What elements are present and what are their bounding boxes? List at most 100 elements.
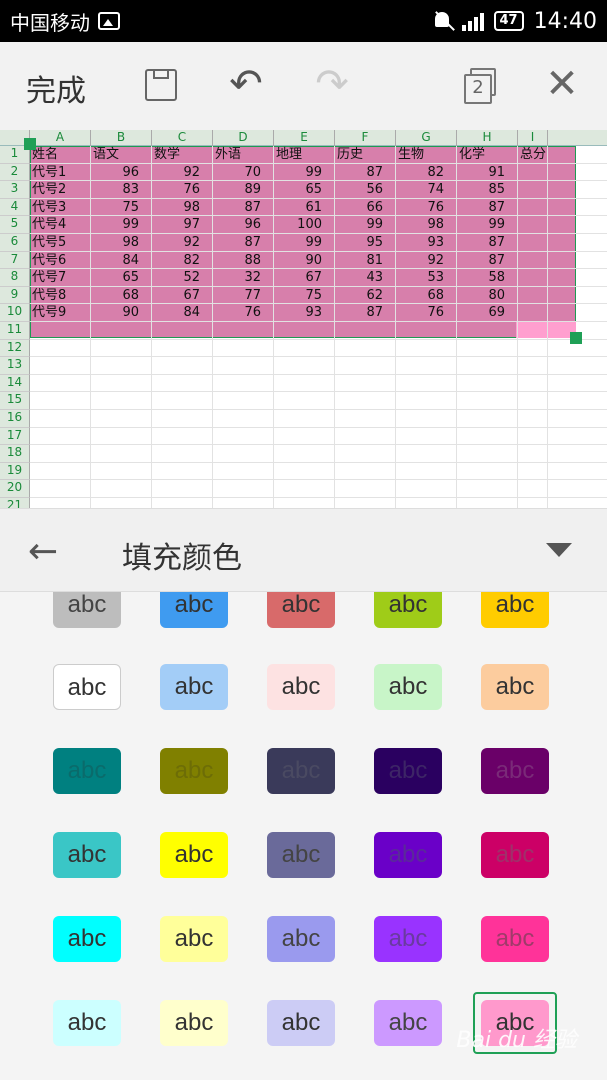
selection-handle-top-left[interactable] [24, 138, 36, 150]
row-header[interactable]: 14 [0, 374, 30, 393]
table-cell[interactable]: 74 [396, 181, 457, 199]
table-cell[interactable] [30, 409, 91, 428]
table-cell[interactable] [518, 339, 548, 358]
table-cell[interactable]: 67 [152, 286, 213, 305]
table-cell[interactable]: 99 [457, 216, 518, 234]
table-cell[interactable]: 76 [213, 304, 274, 322]
table-cell[interactable] [335, 480, 396, 498]
table-cell[interactable] [335, 374, 396, 393]
color-swatch[interactable]: abc [374, 916, 442, 962]
table-cell[interactable] [457, 445, 518, 463]
table-cell[interactable] [213, 462, 274, 481]
table-cell[interactable]: 83 [91, 181, 152, 199]
table-cell[interactable]: 92 [152, 163, 213, 182]
table-cell[interactable]: 77 [213, 286, 274, 305]
table-cell[interactable] [396, 427, 457, 446]
spreadsheet[interactable]: A B C D E F G H I 1 2 3 4 5 6 7 8 9 10 11 12 13 14 15 1… [0, 130, 607, 508]
back-arrow-icon[interactable]: ← [28, 531, 58, 572]
table-cell[interactable]: 96 [213, 216, 274, 234]
table-cell[interactable] [274, 427, 335, 446]
column-header[interactable]: A [30, 130, 91, 146]
table-cell[interactable] [335, 497, 396, 508]
table-cell[interactable]: 85 [457, 181, 518, 199]
table-cell[interactable] [91, 445, 152, 463]
table-cell[interactable] [518, 462, 548, 481]
table-cell[interactable] [91, 409, 152, 428]
table-cell[interactable]: 66 [335, 198, 396, 217]
color-swatch[interactable]: abc [53, 1000, 121, 1046]
table-cell[interactable] [152, 409, 213, 428]
table-cell[interactable]: 87 [213, 198, 274, 217]
table-cell[interactable]: 99 [335, 216, 396, 234]
table-cell[interactable]: 90 [91, 304, 152, 322]
table-cell[interactable] [274, 339, 335, 358]
column-header[interactable]: D [213, 130, 274, 146]
table-cell[interactable]: 95 [335, 233, 396, 252]
table-cell[interactable] [518, 427, 548, 446]
table-cell[interactable] [335, 409, 396, 428]
color-swatch[interactable]: abc [53, 748, 121, 794]
table-cell[interactable] [152, 357, 213, 375]
color-swatch[interactable]: abc [160, 916, 228, 962]
table-cell[interactable] [457, 497, 518, 508]
table-cell[interactable] [396, 497, 457, 508]
table-cell[interactable] [91, 374, 152, 393]
table-cell[interactable] [274, 462, 335, 481]
table-cell[interactable]: 53 [396, 269, 457, 287]
redo-icon[interactable]: ↷ [310, 64, 354, 108]
table-cell[interactable]: 43 [335, 269, 396, 287]
table-cell[interactable] [518, 392, 548, 410]
column-header[interactable]: I [518, 130, 548, 146]
row-header[interactable]: 10 [0, 304, 30, 322]
color-swatch[interactable]: abc [53, 916, 121, 962]
table-cell[interactable]: 87 [335, 163, 396, 182]
done-button[interactable]: 完成 [26, 66, 86, 110]
sheet-switcher-icon[interactable]: 2 [460, 64, 504, 108]
table-cell[interactable] [91, 339, 152, 358]
table-cell[interactable]: 84 [91, 251, 152, 270]
table-cell[interactable] [396, 374, 457, 393]
selection-handle-bottom-right[interactable] [570, 332, 582, 344]
table-cell[interactable]: 61 [274, 198, 335, 217]
table-cell[interactable] [152, 480, 213, 498]
table-cell[interactable] [396, 409, 457, 428]
table-cell[interactable]: 76 [396, 304, 457, 322]
table-cell[interactable] [518, 304, 548, 322]
row-header[interactable]: 2 [0, 163, 30, 182]
table-cell[interactable]: 70 [213, 163, 274, 182]
table-cell[interactable]: 历史 [335, 146, 396, 164]
table-cell[interactable]: 87 [457, 251, 518, 270]
row-header[interactable]: 16 [0, 409, 30, 428]
table-cell[interactable]: 75 [91, 198, 152, 217]
row-header[interactable]: 13 [0, 357, 30, 375]
table-cell[interactable] [213, 339, 274, 358]
table-cell[interactable] [30, 497, 91, 508]
color-swatch[interactable]: abc [374, 748, 442, 794]
table-cell[interactable] [213, 321, 274, 340]
collapse-triangle-icon[interactable] [546, 543, 572, 557]
column-header[interactable]: B [91, 130, 152, 146]
table-cell[interactable] [274, 321, 335, 340]
table-cell[interactable]: 99 [274, 233, 335, 252]
color-swatch[interactable]: abc [160, 592, 228, 628]
color-swatch[interactable]: abc [160, 664, 228, 710]
table-cell[interactable] [274, 392, 335, 410]
table-cell[interactable]: 98 [152, 198, 213, 217]
table-cell[interactable] [457, 409, 518, 428]
table-cell[interactable]: 84 [152, 304, 213, 322]
table-cell[interactable] [274, 445, 335, 463]
table-cell[interactable] [335, 357, 396, 375]
table-cell[interactable]: 100 [274, 216, 335, 234]
table-cell[interactable] [518, 409, 548, 428]
table-cell[interactable] [518, 480, 548, 498]
table-cell[interactable] [213, 445, 274, 463]
table-cell[interactable] [152, 462, 213, 481]
row-header[interactable]: 4 [0, 198, 30, 217]
table-cell[interactable]: 地理 [274, 146, 335, 164]
table-cell[interactable] [30, 321, 91, 340]
table-cell[interactable] [518, 286, 548, 305]
color-swatch[interactable]: abc [267, 748, 335, 794]
table-cell[interactable] [213, 409, 274, 428]
table-cell[interactable]: 62 [335, 286, 396, 305]
row-header[interactable]: 19 [0, 462, 30, 481]
